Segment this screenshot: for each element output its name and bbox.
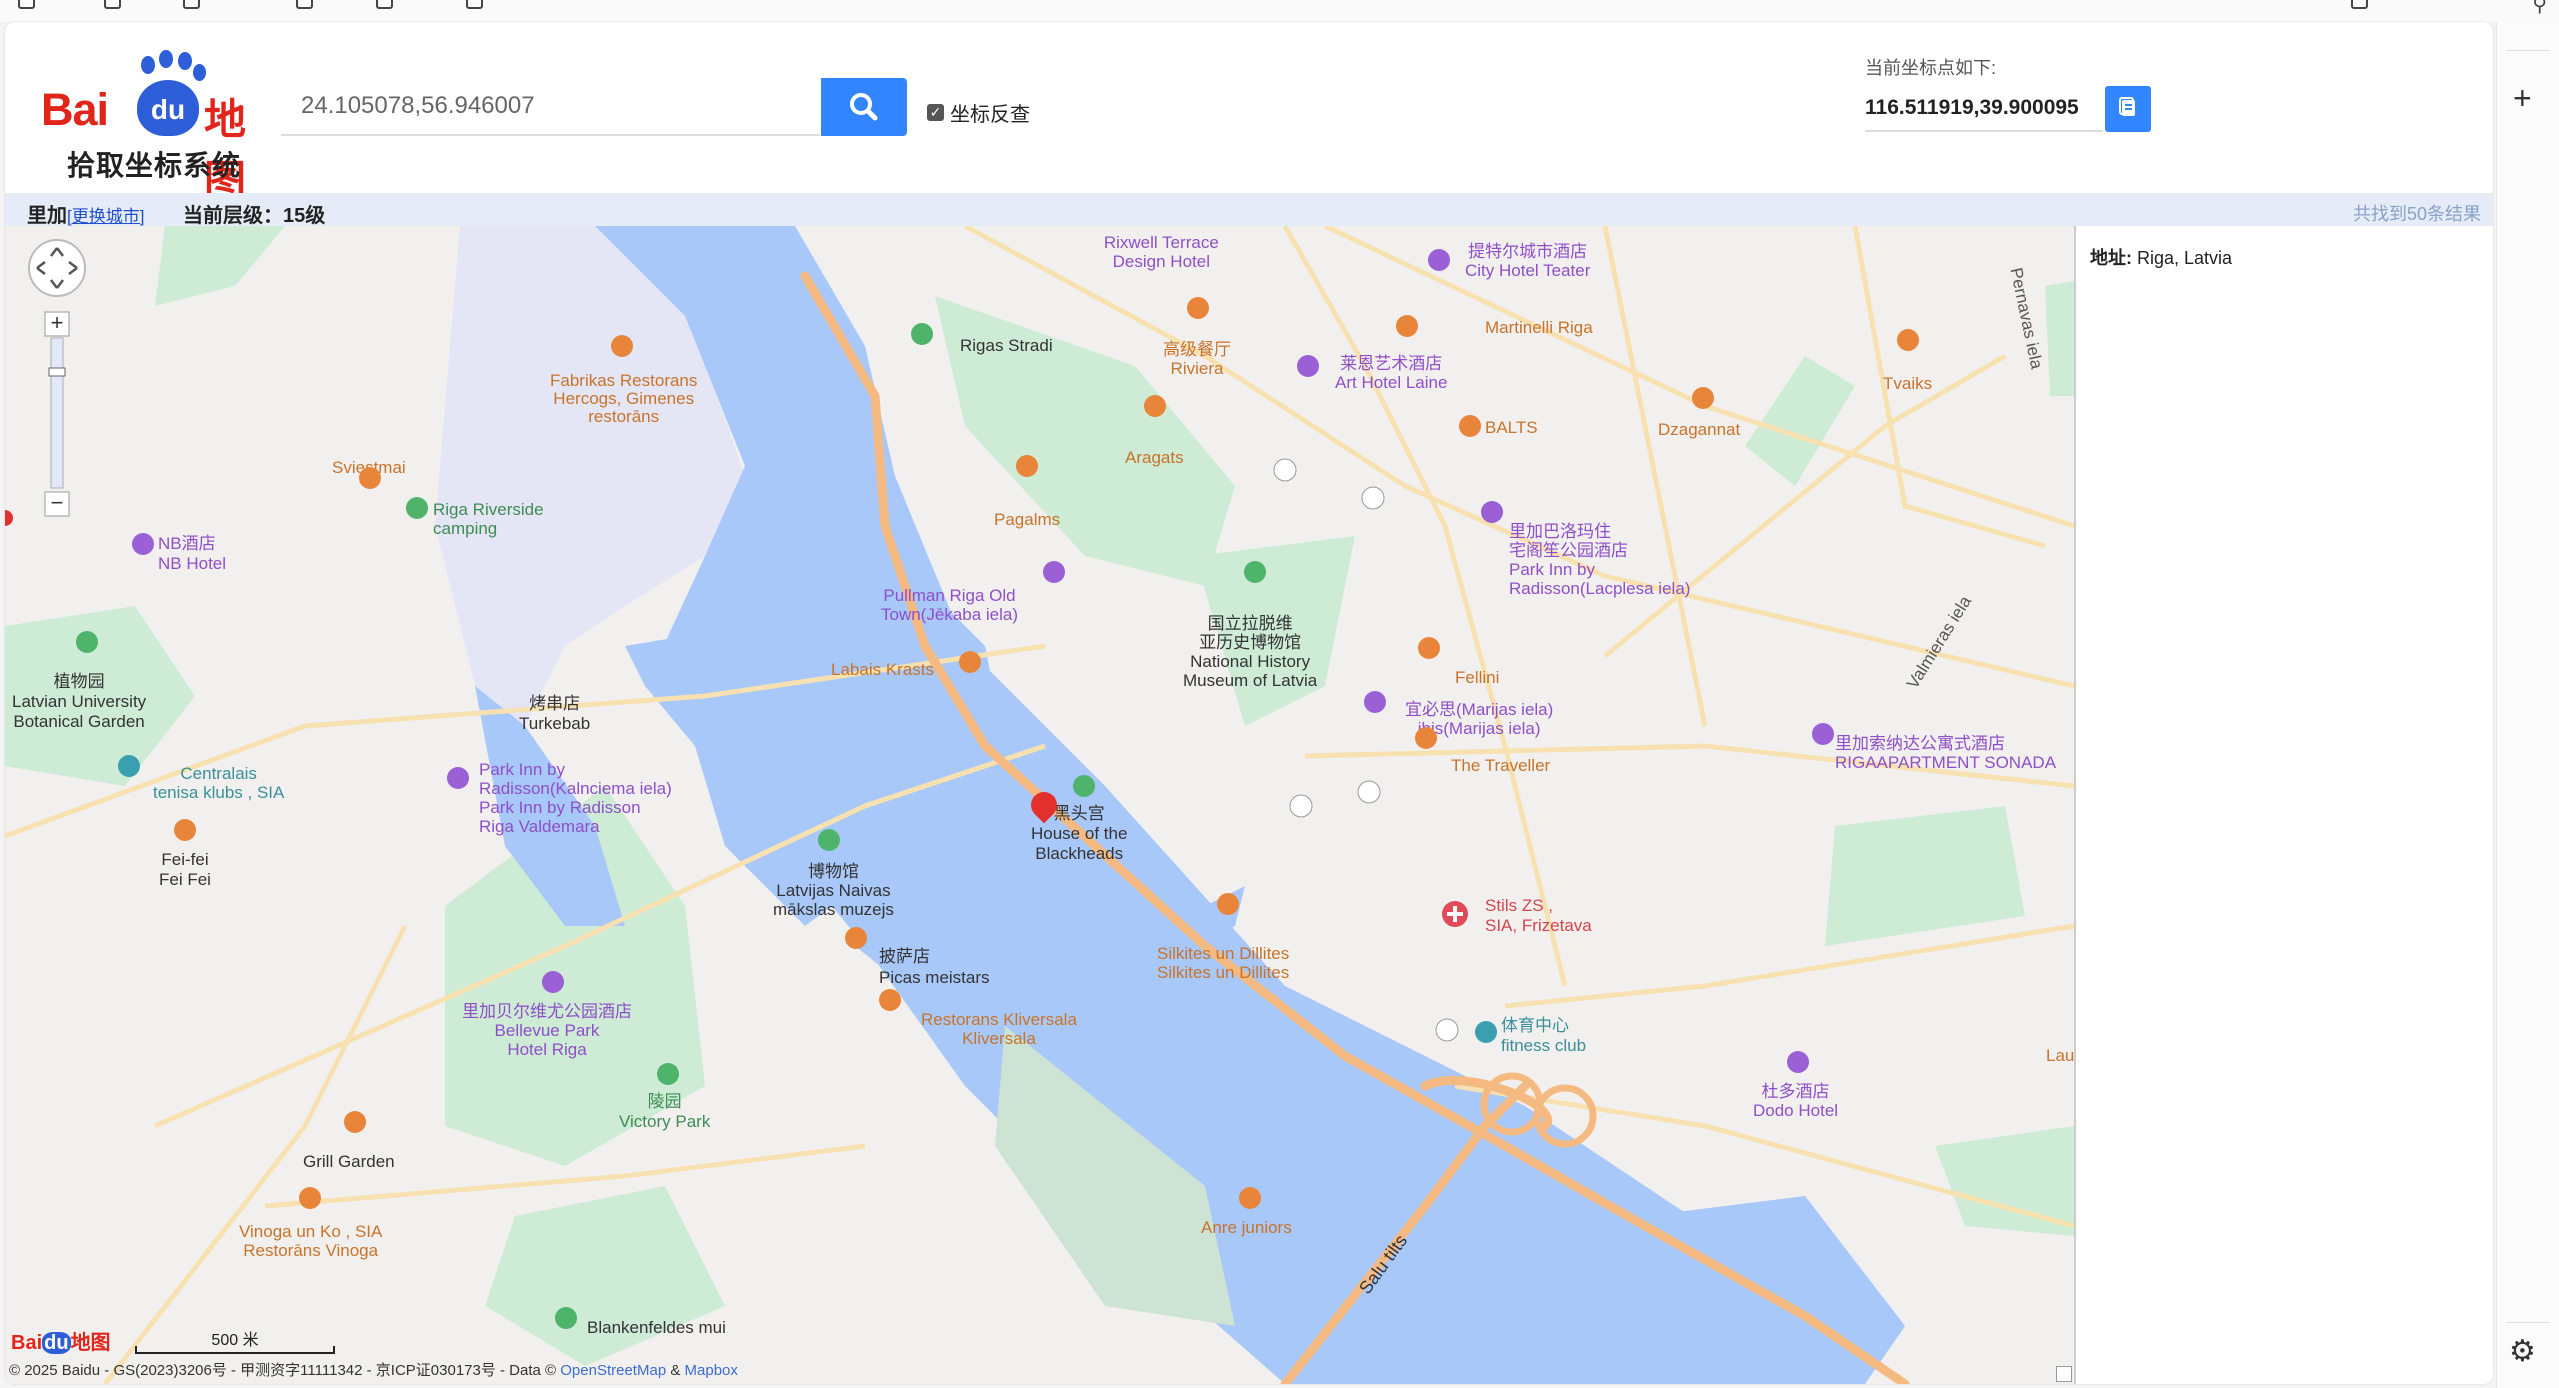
- scale-bar: [135, 1346, 335, 1354]
- logo-paw: [159, 50, 173, 68]
- bookmark[interactable]: [296, 0, 321, 10]
- bookmark[interactable]: [466, 0, 491, 10]
- folder-icon: [183, 0, 200, 9]
- reverse-lookup-label: 坐标反查: [950, 104, 1030, 126]
- logo-text: Bai: [41, 84, 109, 135]
- logo-paw: [178, 52, 192, 70]
- search-input[interactable]: 24.105078,56.946007: [281, 78, 820, 136]
- copy-button[interactable]: [2105, 86, 2151, 132]
- city-name: 里加: [27, 205, 67, 227]
- folder-icon: [18, 0, 35, 9]
- divider: [2506, 1322, 2550, 1323]
- svg-text:+: +: [51, 310, 64, 335]
- add-icon[interactable]: +: [2513, 80, 2532, 117]
- address: 地址: Riga, Latvia: [2090, 244, 2232, 270]
- logo-paw: [193, 64, 206, 81]
- map-logo: Bai du 地图: [11, 1326, 111, 1355]
- folder-icon: [376, 0, 393, 9]
- app-card: Bai du 地图 拾取坐标系统 24.105078,56.946007 ✓ 坐标…: [5, 22, 2493, 1384]
- folder-icon: [104, 0, 121, 9]
- checkbox-check-icon: ✓: [927, 104, 944, 121]
- divider: [2506, 50, 2550, 51]
- info-bar: 里加[更换城市] 当前层级：15级 共找到50条结果: [5, 193, 2493, 228]
- coord-label: 当前坐标点如下:: [1865, 58, 1997, 78]
- logo-subtitle: 拾取坐标系统: [67, 150, 242, 181]
- search-button[interactable]: [821, 78, 907, 136]
- bookmark[interactable]: [18, 0, 43, 10]
- folder-icon: [296, 0, 313, 9]
- reverse-lookup-checkbox[interactable]: ✓ 坐标反查: [927, 98, 1030, 127]
- bookmark[interactable]: [104, 0, 129, 10]
- results-count: 共找到50条结果: [2352, 204, 2481, 224]
- header: Bai du 地图 拾取坐标系统 24.105078,56.946007 ✓ 坐标…: [5, 22, 2493, 204]
- ampersand: &: [670, 1362, 681, 1379]
- change-city-link[interactable]: [更换城市]: [67, 207, 144, 226]
- logo-paw: [141, 56, 155, 74]
- mapbox-link[interactable]: Mapbox: [685, 1362, 738, 1379]
- map-navigation-control[interactable]: + −: [25, 238, 91, 528]
- gear-icon[interactable]: ⚙: [2509, 1334, 2536, 1369]
- address-label: 地址:: [2090, 248, 2132, 268]
- openstreetmap-link[interactable]: OpenStreetMap: [560, 1362, 666, 1379]
- coord-value-field[interactable]: 116.511919,39.900095: [1865, 86, 2103, 132]
- zoom-level: 当前层级：15级: [183, 205, 326, 227]
- map-logo-du: du: [42, 1332, 71, 1354]
- current-city: 里加[更换城市]: [27, 199, 144, 228]
- map-canvas[interactable]: Rigas Stradi Fabrikas Restorans Hercogs,…: [5, 226, 2074, 1384]
- folder-icon: [466, 0, 483, 9]
- resize-handle-icon[interactable]: [2056, 1366, 2072, 1382]
- address-value: Riga, Latvia: [2137, 248, 2233, 268]
- bookmarks-bar: ⚲: [0, 0, 2559, 22]
- svg-text:−: −: [51, 490, 64, 515]
- bookmark[interactable]: [2351, 0, 2376, 10]
- baidu-map-logo[interactable]: Bai du 地图 拾取坐标系统: [41, 50, 261, 204]
- browser-sidebar: [2496, 22, 2559, 1388]
- logo-du: du: [137, 80, 199, 136]
- search-icon: [850, 93, 878, 121]
- copyright-text: © 2025 Baidu - GS(2023)3206号 - 甲测资字11111…: [9, 1362, 557, 1379]
- search-icon[interactable]: ⚲: [2532, 0, 2547, 17]
- copy-icon: [2119, 97, 2135, 116]
- folder-icon: [2351, 0, 2368, 9]
- bookmark[interactable]: [376, 0, 401, 10]
- map-footer: © 2025 Baidu - GS(2023)3206号 - 甲测资字11111…: [5, 1358, 2074, 1384]
- bookmark[interactable]: [183, 0, 208, 10]
- map-logo-text: Bai: [11, 1332, 43, 1354]
- map-logo-cn: 地图: [70, 1332, 111, 1354]
- result-panel: 地址: Riga, Latvia: [2074, 226, 2493, 1384]
